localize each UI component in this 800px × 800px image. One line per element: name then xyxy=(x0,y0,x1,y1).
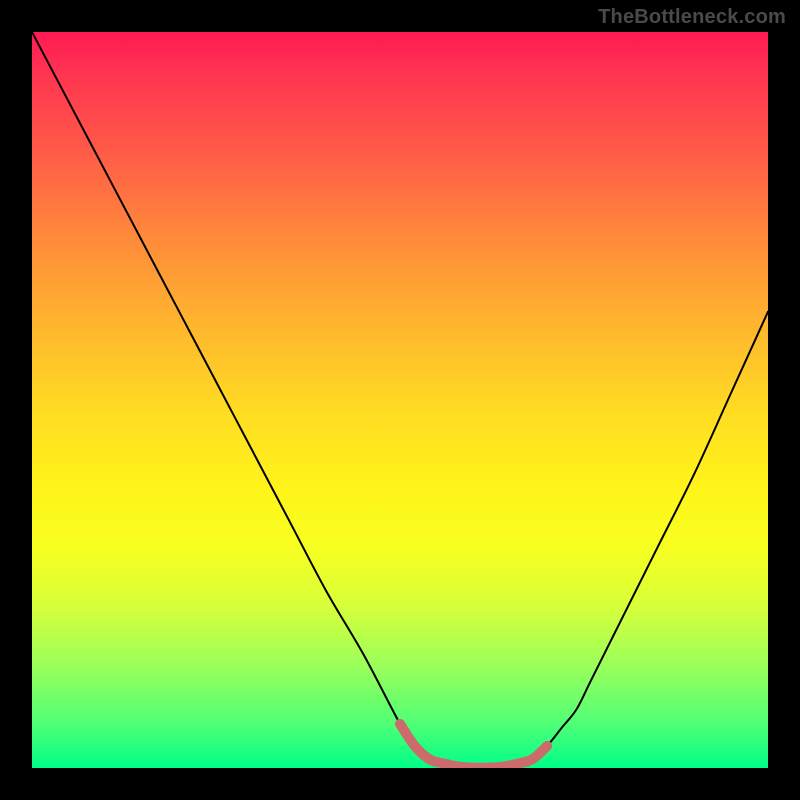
watermark-text: TheBottleneck.com xyxy=(598,6,786,29)
curve-path xyxy=(32,32,768,768)
plot-area xyxy=(32,32,768,768)
bottleneck-curve xyxy=(32,32,768,768)
optimal-range-marker xyxy=(400,724,547,768)
chart-svg xyxy=(32,32,768,768)
chart-stage: TheBottleneck.com xyxy=(0,0,800,800)
